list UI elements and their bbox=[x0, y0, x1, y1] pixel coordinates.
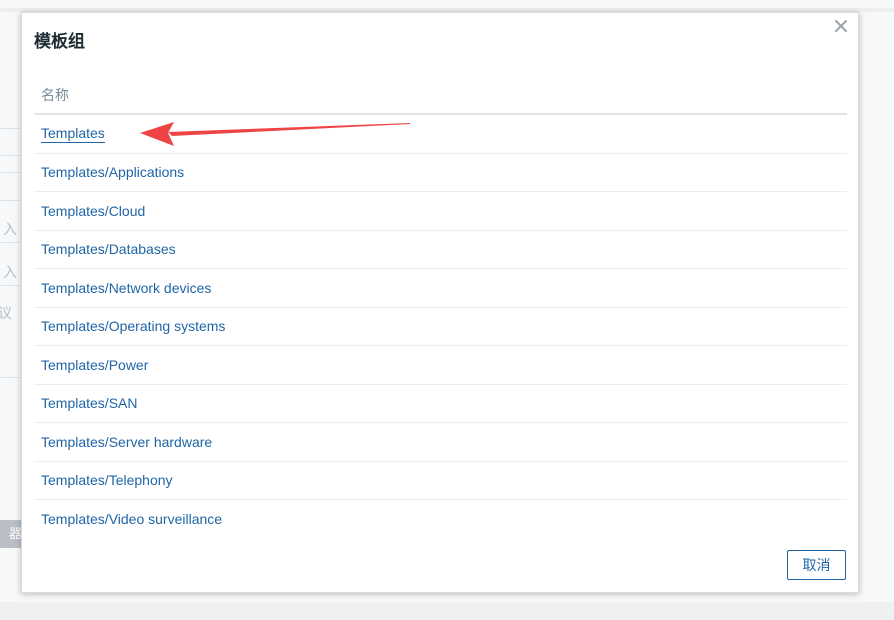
table-row: Templates/Operating systems bbox=[34, 308, 847, 346]
table-row: Templates/Video surveillance bbox=[34, 500, 847, 539]
background-footer bbox=[0, 602, 894, 620]
dialog-title: 模板组 bbox=[34, 32, 85, 51]
group-link-operating-systems[interactable]: Templates/Operating systems bbox=[41, 318, 225, 334]
background-text: 入 bbox=[3, 221, 17, 237]
table-row: Templates/Server hardware bbox=[34, 423, 847, 462]
table-row: Templates/Telephony bbox=[34, 462, 847, 500]
table-row: Templates/Databases bbox=[34, 231, 847, 269]
group-link-cloud[interactable]: Templates/Cloud bbox=[41, 203, 145, 219]
group-link-telephony[interactable]: Templates/Telephony bbox=[41, 472, 173, 488]
template-group-dialog: 模板组 名称 Templates Templates/Applications … bbox=[21, 12, 859, 593]
group-link-video-surveillance[interactable]: Templates/Video surveillance bbox=[41, 511, 222, 527]
table-row: Templates/Applications bbox=[34, 154, 847, 192]
group-link-san[interactable]: Templates/SAN bbox=[41, 395, 137, 411]
background-divider bbox=[0, 242, 22, 243]
group-link-databases[interactable]: Templates/Databases bbox=[41, 241, 176, 257]
background-divider bbox=[0, 200, 22, 201]
column-header-name: 名称 bbox=[34, 81, 847, 115]
table-row: Templates/Power bbox=[34, 346, 847, 385]
table-row: Templates/Network devices bbox=[34, 269, 847, 308]
table-row: Templates/SAN bbox=[34, 385, 847, 423]
background-text: 议 bbox=[0, 305, 12, 321]
group-link-server-hardware[interactable]: Templates/Server hardware bbox=[41, 434, 212, 450]
group-link-templates[interactable]: Templates bbox=[41, 125, 105, 143]
close-icon bbox=[835, 20, 847, 32]
close-button[interactable] bbox=[834, 19, 850, 35]
group-link-network-devices[interactable]: Templates/Network devices bbox=[41, 280, 211, 296]
background-divider bbox=[0, 172, 22, 173]
group-link-applications[interactable]: Templates/Applications bbox=[41, 164, 184, 180]
background-text: 入 bbox=[3, 264, 17, 280]
background-divider bbox=[0, 128, 22, 129]
cancel-button[interactable]: 取消 bbox=[787, 550, 846, 580]
background-divider bbox=[0, 155, 22, 156]
annotation-arrow-icon bbox=[140, 122, 410, 146]
group-link-power[interactable]: Templates/Power bbox=[41, 357, 148, 373]
background-divider bbox=[0, 285, 22, 286]
background-button: 器 bbox=[0, 520, 22, 548]
table-row: Templates/Cloud bbox=[34, 192, 847, 231]
background-divider bbox=[0, 377, 22, 378]
